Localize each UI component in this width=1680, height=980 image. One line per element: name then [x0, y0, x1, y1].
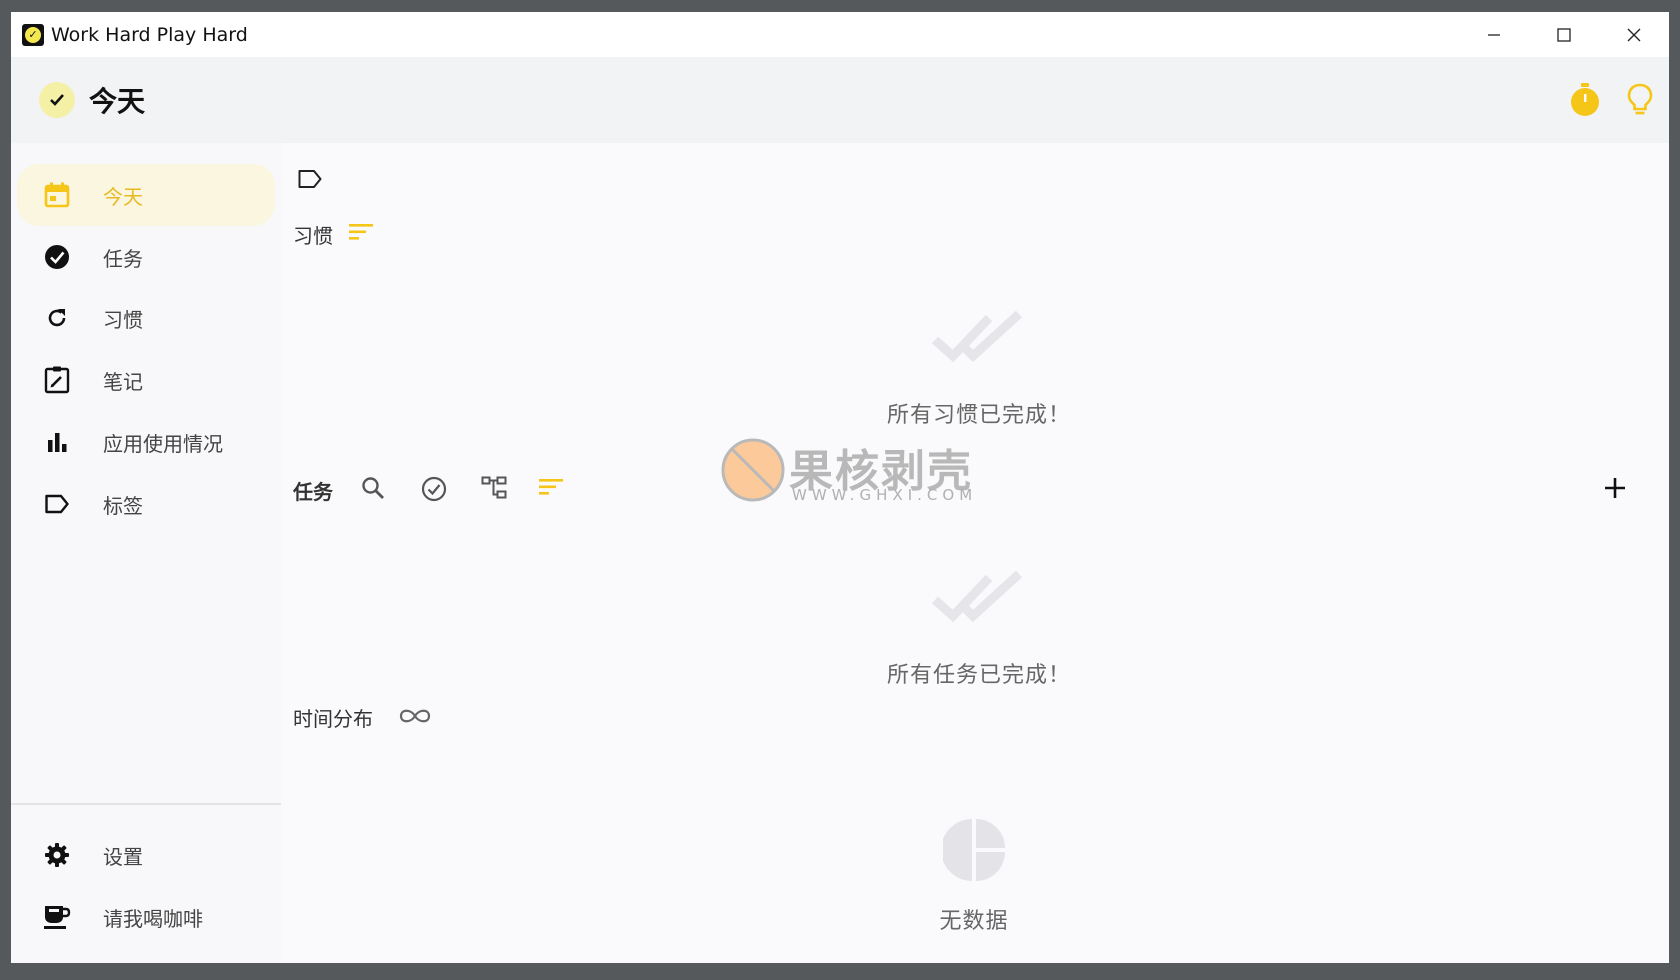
pie-chart-icon: [943, 819, 1005, 881]
sidebar-divider: [11, 803, 281, 805]
close-icon: [1627, 28, 1641, 41]
sidebar-item-settings[interactable]: 设置: [17, 824, 275, 886]
tag-filter-icon[interactable]: [297, 168, 323, 190]
tasks-empty-text: 所有任务已完成！: [886, 663, 1071, 688]
app-logo-icon: ✓: [22, 23, 44, 46]
sidebar-item-label: 请我喝咖啡: [103, 906, 203, 931]
double-check-icon: [932, 310, 1023, 362]
completed-filter-icon[interactable]: [421, 476, 447, 502]
watermark-logo-icon: [721, 438, 785, 502]
hierarchy-icon[interactable]: [481, 476, 507, 500]
minimize-button[interactable]: [1459, 12, 1529, 57]
sidebar-item-tags[interactable]: 标签: [17, 473, 275, 535]
today-check-icon: [39, 82, 75, 118]
minimize-icon: [1488, 33, 1500, 36]
sidebar-item-label: 任务: [103, 246, 143, 271]
tag-icon: [42, 489, 72, 519]
sort-icon[interactable]: [539, 478, 563, 496]
main-content: 习惯 所有习惯已完成！ 任务 所有任务已完成！ 时间分布 无数据 果核剥壳 WW…: [281, 143, 1669, 963]
clipboard-edit-icon: [42, 365, 72, 395]
watermark-url: WWW.GHXI.COM: [792, 486, 978, 504]
gear-icon: [42, 840, 72, 870]
coffee-icon: [42, 902, 72, 932]
sidebar-item-label: 标签: [103, 493, 143, 518]
tasks-section-title: 任务: [293, 480, 333, 504]
maximize-icon: [1557, 27, 1571, 42]
sidebar-item-today[interactable]: 今天: [17, 164, 275, 226]
add-task-button[interactable]: [1603, 476, 1627, 500]
bar-chart-icon: [42, 427, 72, 457]
double-check-icon: [932, 570, 1023, 622]
no-data-text: 无数据: [939, 909, 1009, 934]
time-distribution-title: 时间分布: [293, 707, 373, 731]
sidebar: 今天 任务 习惯 笔记 应用使用情况 标签 设置 请我喝咖啡: [11, 143, 281, 963]
sidebar-item-label: 习惯: [103, 307, 143, 332]
window-title: Work Hard Play Hard: [51, 23, 248, 46]
sidebar-item-label: 笔记: [103, 369, 143, 394]
infinity-icon[interactable]: [399, 707, 431, 725]
page-title: 今天: [89, 85, 146, 118]
close-button[interactable]: [1599, 12, 1669, 57]
sidebar-item-habits[interactable]: 习惯: [17, 287, 275, 349]
sidebar-item-notes[interactable]: 笔记: [17, 349, 275, 411]
habits-empty-text: 所有习惯已完成！: [886, 403, 1071, 428]
page-header: 今天: [11, 57, 1669, 143]
search-icon[interactable]: [361, 476, 385, 500]
sidebar-item-label: 应用使用情况: [103, 431, 223, 456]
sidebar-item-label: 今天: [103, 184, 143, 209]
sidebar-item-tasks[interactable]: 任务: [17, 226, 275, 288]
sidebar-item-label: 设置: [103, 844, 143, 869]
app-window: ✓ Work Hard Play Hard 今天 今天 任务 习惯 笔记 应用使…: [11, 12, 1669, 963]
screen-frame: ✓ Work Hard Play Hard 今天 今天 任务 习惯 笔记 应用使…: [0, 0, 1680, 980]
refresh-icon: [42, 303, 72, 333]
maximize-button[interactable]: [1529, 12, 1599, 57]
habits-section-title: 习惯: [293, 224, 333, 248]
lightbulb-icon[interactable]: [1627, 83, 1653, 117]
sort-icon[interactable]: [349, 223, 373, 241]
calendar-icon: [42, 180, 72, 210]
check-circle-icon: [42, 242, 72, 272]
timer-icon[interactable]: [1569, 83, 1601, 117]
sidebar-item-coffee[interactable]: 请我喝咖啡: [17, 886, 275, 948]
title-bar: ✓ Work Hard Play Hard: [11, 12, 1669, 57]
sidebar-item-app-usage[interactable]: 应用使用情况: [17, 411, 275, 473]
